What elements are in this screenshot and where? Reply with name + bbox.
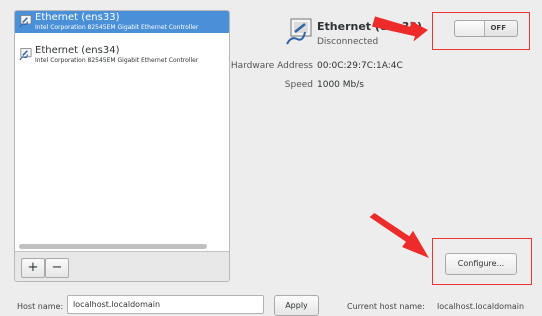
- hostname-label: Host name:: [17, 302, 64, 311]
- apply-button[interactable]: Apply: [274, 295, 319, 316]
- current-hostname-value: localhost.localdomain: [437, 302, 525, 311]
- current-hostname-label: Current host name:: [347, 302, 425, 311]
- hostname-input[interactable]: [67, 295, 264, 314]
- annotation-arrow-icon: [369, 213, 429, 258]
- annotation-arrows: [369, 16, 429, 258]
- annotation-arrow-icon: [372, 16, 428, 42]
